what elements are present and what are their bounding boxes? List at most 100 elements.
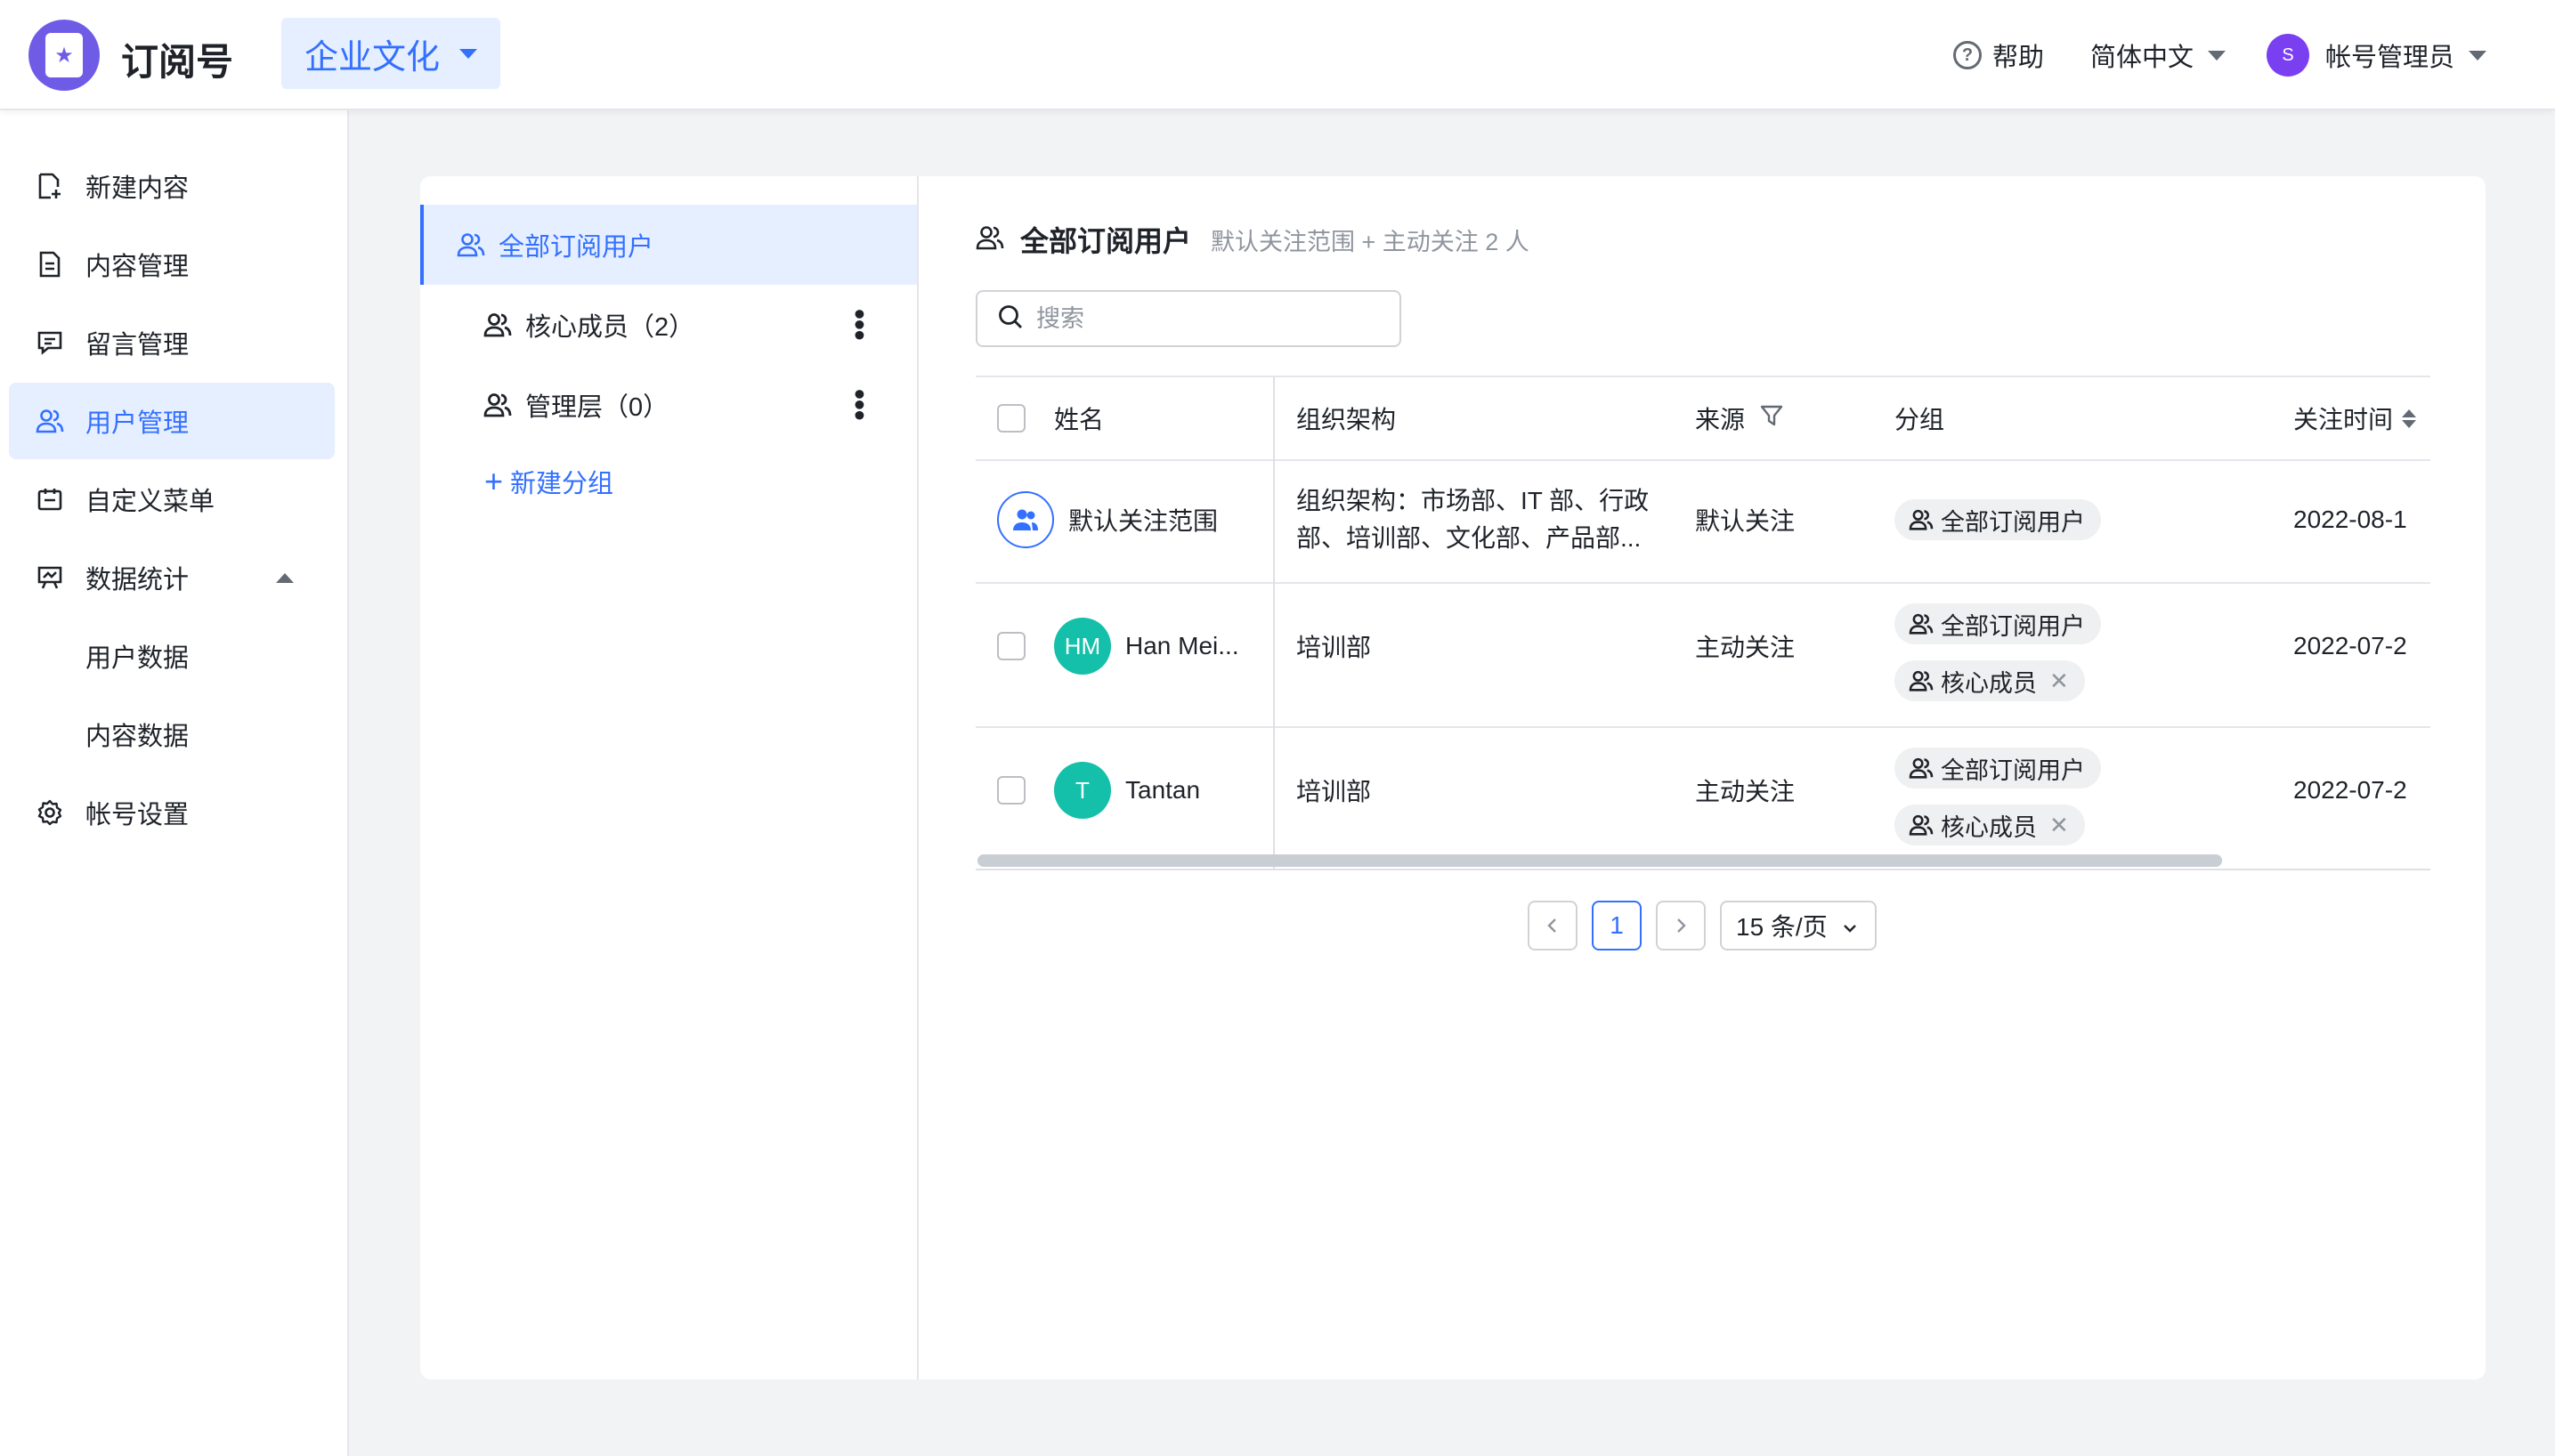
search-input[interactable] <box>1036 304 1375 333</box>
doc-icon <box>36 250 64 279</box>
group-tag: 核心成员 ✕ <box>1894 805 2085 845</box>
group-list: 全部订阅用户 核心成员（2） ••• 管理层（0） ••• + 新建分组 <box>420 176 919 1379</box>
help-button[interactable]: ? 帮助 <box>1953 0 2044 110</box>
users-icon <box>1909 813 1934 837</box>
table-cell-time: 2022-07-2 <box>2293 632 2407 659</box>
caret-down-icon <box>2469 50 2487 61</box>
table-cell-org: 培训部 <box>1296 634 1372 661</box>
caret-down-icon <box>459 48 478 59</box>
group-tag: 全部订阅用户 <box>1894 499 2101 540</box>
subtitle-text: 默认关注范围 + 主动关注 2 人 <box>1211 228 1529 255</box>
chart-icon <box>36 563 64 592</box>
header-checkbox[interactable] <box>997 377 1026 459</box>
avatar: T <box>1054 762 1111 819</box>
filter-icon[interactable] <box>1759 403 1784 434</box>
sidebar-item-label: 内容管理 <box>85 253 190 281</box>
group-item-all[interactable]: 全部订阅用户 <box>420 205 917 285</box>
chevron-up-icon <box>276 572 294 583</box>
sidebar-item-label: 自定义菜单 <box>85 488 215 516</box>
users-icon <box>483 392 513 418</box>
chevron-down-icon <box>1842 911 1858 940</box>
table-cell-source: 主动关注 <box>1695 634 1796 661</box>
column-divider <box>1273 377 1275 869</box>
new-doc-icon <box>36 172 64 200</box>
row-checkbox[interactable] <box>997 776 1026 805</box>
tag-label: 全部订阅用户 <box>1941 612 2085 640</box>
tag-label: 全部订阅用户 <box>1941 756 2085 784</box>
more-icon[interactable]: ••• <box>842 389 876 421</box>
column-header-follow-time[interactable]: 关注时间 <box>2293 377 2417 459</box>
next-page-button[interactable] <box>1656 901 1706 950</box>
tag-label: 核心成员 <box>1941 813 2037 841</box>
group-label: 全部订阅用户 <box>499 233 654 262</box>
page-size-select[interactable]: 15 条/页 <box>1720 901 1877 950</box>
account-switcher[interactable]: 企业文化 <box>281 18 500 89</box>
sidebar-item-label: 数据统计 <box>85 566 190 595</box>
comment-icon <box>36 328 64 357</box>
avatar-initials: T <box>1054 762 1111 819</box>
top-bar: ★ 订阅号 企业文化 ? 帮助 简体中文 S 帐号管理员 <box>0 0 2555 110</box>
row-checkbox[interactable] <box>997 632 1026 660</box>
page-title: 全部订阅用户 默认关注范围 + 主动关注 2 人 <box>976 219 1529 260</box>
user-menu[interactable]: S 帐号管理员 <box>2267 0 2487 110</box>
caret-down-icon <box>2208 50 2226 61</box>
group-tag: 全部订阅用户 <box>1894 748 2101 789</box>
avatar: HM <box>1054 618 1111 675</box>
new-group-label: 新建分组 <box>510 470 614 498</box>
users-icon <box>456 231 486 258</box>
help-icon: ? <box>1953 41 1982 69</box>
table-cell-name: Han Mei... <box>1125 632 1239 659</box>
users-icon <box>1909 756 1934 780</box>
table-cell-source: 默认关注 <box>1695 507 1796 535</box>
main-card: 全部订阅用户 核心成员（2） ••• 管理层（0） ••• + 新建分组 全部订… <box>420 176 2486 1379</box>
sidebar-item-custom-menu[interactable]: 自定义菜单 <box>9 461 335 538</box>
title-text: 全部订阅用户 <box>1020 225 1192 257</box>
table-cell-name: 默认关注范围 <box>1068 507 1219 535</box>
sidebar-item-label: 新建内容 <box>85 174 190 203</box>
sidebar-item-new-content[interactable]: 新建内容 <box>9 148 335 224</box>
tag-label: 核心成员 <box>1941 669 2037 697</box>
plus-icon: + <box>484 463 504 499</box>
sidebar-item-comments[interactable]: 留言管理 <box>9 304 335 381</box>
page-number-button[interactable]: 1 <box>1592 901 1642 950</box>
new-group-button[interactable]: + 新建分组 <box>484 463 613 500</box>
sidebar-item-user-data[interactable]: 用户数据 <box>9 618 335 694</box>
sidebar-item-label: 帐号设置 <box>85 801 190 829</box>
sidebar-item-content-data[interactable]: 内容数据 <box>9 696 335 772</box>
group-label: 管理层（0） <box>525 393 669 422</box>
sidebar-item-content-manage[interactable]: 内容管理 <box>9 226 335 303</box>
sidebar-item-label: 用户管理 <box>85 409 190 438</box>
language-select[interactable]: 简体中文 <box>2090 0 2226 110</box>
avatar-initials: HM <box>1054 618 1111 675</box>
column-header-org: 组织架构 <box>1296 406 1397 433</box>
sidebar: 新建内容 内容管理 留言管理 用户管理 自定义菜单 数据统计 用户数据 内容数据 <box>0 110 349 1456</box>
sidebar-item-user-manage[interactable]: 用户管理 <box>9 383 335 459</box>
users-icon <box>36 407 64 435</box>
column-header-group: 分组 <box>1894 406 1945 433</box>
table-cell-time: 2022-08-1 <box>2293 506 2407 533</box>
menu-icon <box>36 485 64 514</box>
users-icon <box>483 311 513 338</box>
users-icon <box>1909 669 1934 692</box>
sidebar-item-label: 用户数据 <box>85 644 190 673</box>
table-cell-org: 组织架构：市场部、IT 部、行政 部、培训部、文化部、产品部... <box>1296 482 1649 557</box>
column-header-label: 来源 <box>1695 406 1746 433</box>
search-box <box>976 290 1401 347</box>
close-icon[interactable]: ✕ <box>2049 812 2069 839</box>
star-doc-icon: ★ <box>45 33 83 77</box>
gear-icon <box>36 798 64 827</box>
group-item-management[interactable]: 管理层（0） ••• <box>420 365 917 445</box>
group-item-core[interactable]: 核心成员（2） ••• <box>420 285 917 365</box>
org-line: 部、培训部、文化部、产品部... <box>1296 524 1642 552</box>
users-icon <box>997 491 1054 548</box>
sort-icon[interactable] <box>2402 408 2417 428</box>
more-icon[interactable]: ••• <box>842 309 876 341</box>
org-line: 组织架构：市场部、IT 部、行政 <box>1296 487 1650 514</box>
horizontal-scrollbar[interactable] <box>977 854 2222 867</box>
close-icon[interactable]: ✕ <box>2049 667 2069 695</box>
sidebar-item-statistics[interactable]: 数据统计 <box>9 539 335 616</box>
group-tag: 全部订阅用户 <box>1894 603 2101 644</box>
sidebar-item-account-settings[interactable]: 帐号设置 <box>9 774 335 851</box>
prev-page-button[interactable] <box>1528 901 1578 950</box>
group-tag: 核心成员 ✕ <box>1894 660 2085 701</box>
